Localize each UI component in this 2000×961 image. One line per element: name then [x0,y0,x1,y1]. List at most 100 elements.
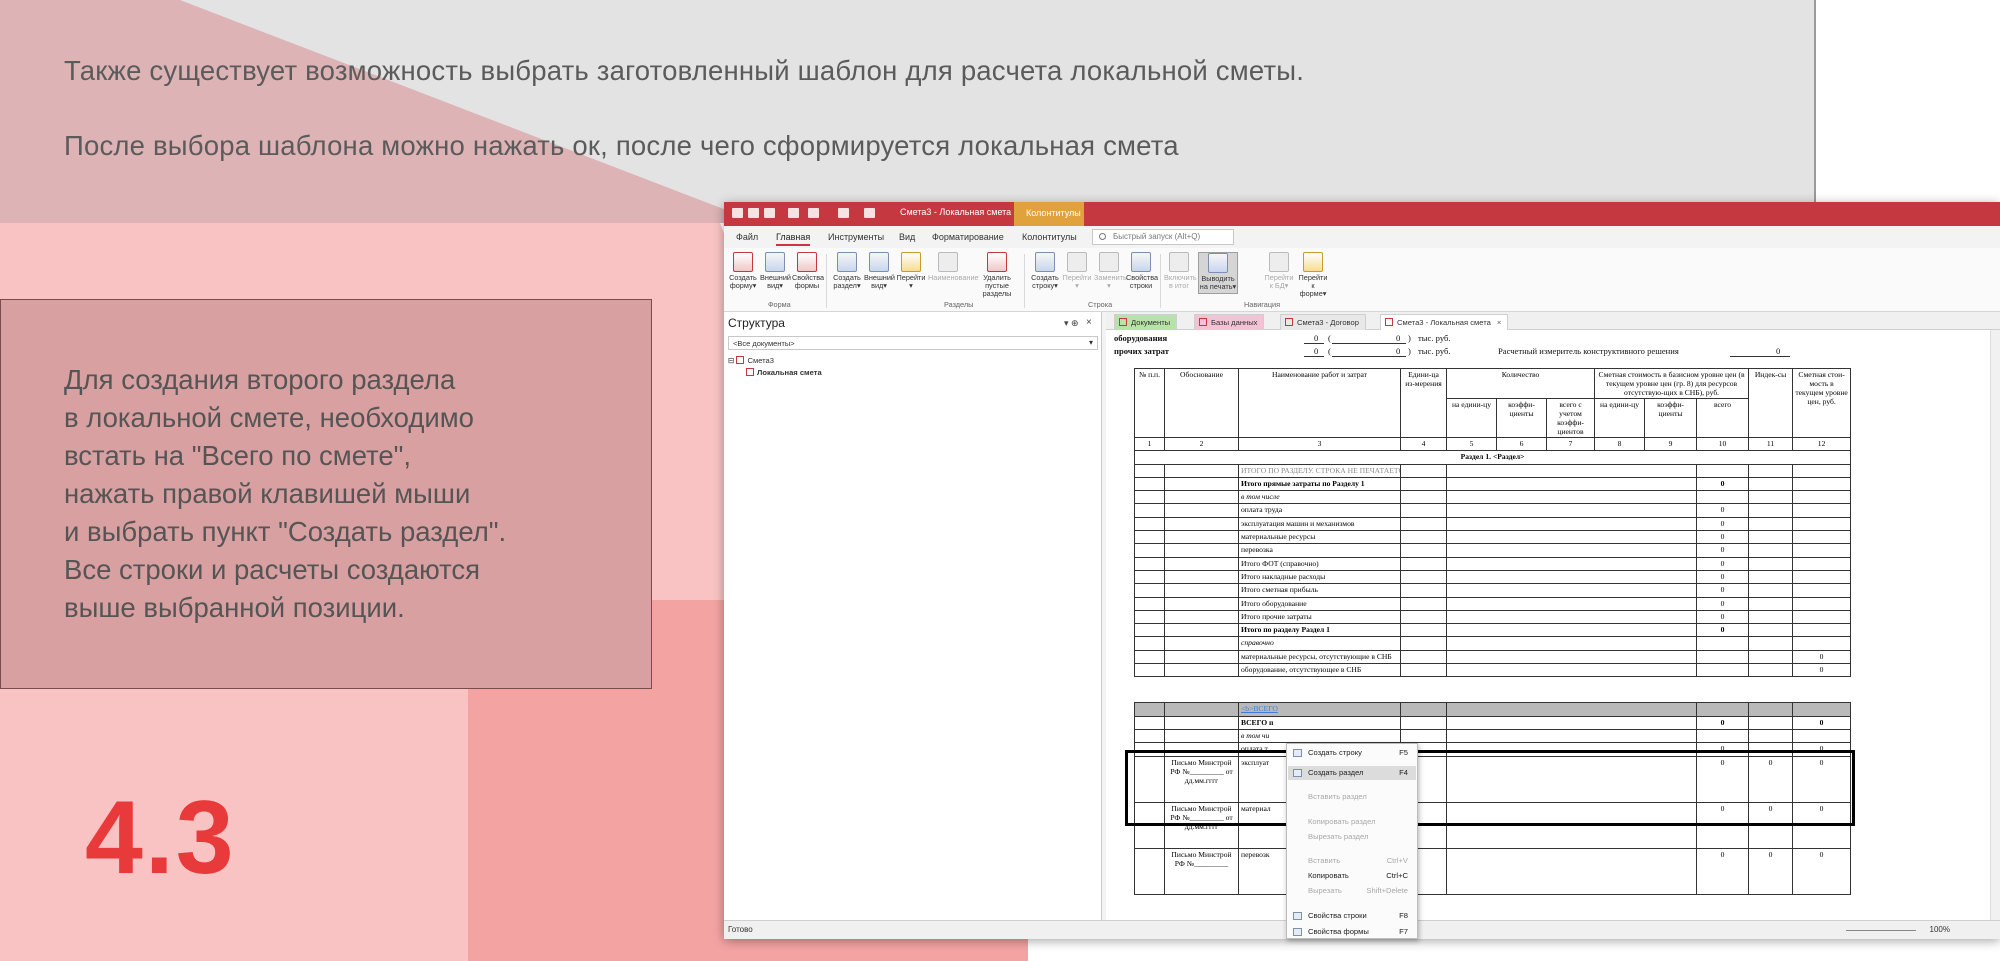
cell-current[interactable] [1792,556,1852,571]
cell-name[interactable]: справочно [1238,636,1401,651]
cell-num[interactable] [1134,728,1165,744]
tab-local-estimate[interactable]: Смета3 - Локальная смета × [1380,314,1509,330]
cell-num[interactable] [1134,663,1165,678]
cell-quantity[interactable] [1445,636,1698,651]
cell-name[interactable]: эксплуатация машин и механизмов [1238,516,1401,532]
cell-current[interactable] [1792,503,1852,518]
print-output-button[interactable]: Выводить на печать▾ [1198,252,1238,294]
cell-num[interactable] [1134,609,1165,625]
document-filter-select[interactable]: <Все документы> ▾ [728,336,1098,350]
cell-current[interactable] [1792,516,1852,532]
cell-basis[interactable] [1164,702,1239,717]
cell-num[interactable] [1134,715,1165,730]
cell-basis[interactable] [1164,503,1239,518]
context-menu-item[interactable]: Свойства формы F7 [1288,925,1416,939]
table-row[interactable]: <b>ВСЕГО [1134,702,1852,717]
cell-total[interactable]: 0 [1696,556,1750,571]
cell-name[interactable]: Итого оборудование [1238,596,1401,611]
cell-index[interactable]: 0 [1748,755,1794,803]
cell-quantity[interactable] [1445,715,1698,730]
cell-total[interactable] [1696,702,1750,717]
cell-index[interactable] [1748,476,1794,492]
zoom-slider[interactable] [1846,930,1916,931]
cell-current[interactable] [1792,596,1852,611]
cell-current[interactable]: 0 [1792,742,1852,757]
cell-index[interactable] [1748,543,1794,558]
close-icon[interactable]: × [1497,318,1501,327]
cell-current[interactable] [1792,476,1852,492]
cell-basis[interactable] [1164,490,1239,505]
goto-db-button[interactable]: Перейти к БД▾ [1264,252,1294,290]
cell-total[interactable] [1696,663,1750,678]
redo-icon[interactable] [838,208,849,218]
cell-index[interactable] [1748,503,1794,518]
cell-num[interactable] [1134,530,1165,545]
cell-total[interactable]: 0 [1696,715,1750,730]
tree-item-local-estimate[interactable]: Локальная смета [746,368,822,377]
table-row[interactable]: Письмо Минстрой РФ №_________ от дд.мм.г… [1134,801,1852,849]
section-name-button[interactable]: Наименование [928,252,979,282]
cell-index[interactable] [1748,742,1794,757]
cell-total[interactable]: 0 [1696,516,1750,532]
cell-basis[interactable] [1164,543,1239,558]
cell-unit[interactable] [1400,543,1447,558]
cell-unit[interactable] [1400,569,1447,585]
cell-unit[interactable] [1400,463,1447,478]
cell-basis[interactable] [1164,742,1239,757]
cell-num[interactable] [1134,702,1165,717]
cell-basis[interactable] [1164,649,1239,665]
cell-index[interactable] [1748,715,1794,730]
context-menu-item[interactable]: Свойства строки F8 [1288,909,1416,923]
context-menu-item[interactable]: Вырезать Shift+Delete [1288,884,1416,898]
cell-basis[interactable] [1164,569,1239,585]
cell-num[interactable] [1134,476,1165,492]
cell-num[interactable] [1134,847,1165,895]
table-row[interactable]: ИТОГО ПО РАЗДЕЛУ. СТРОКА НЕ ПЕЧАТАЕТСЯ. [1134,463,1852,478]
column-number[interactable]: 12 [1792,436,1852,452]
cell-num[interactable] [1134,623,1165,638]
cell-unit[interactable] [1400,530,1447,545]
cell-basis[interactable] [1164,516,1239,532]
cell-unit[interactable] [1400,609,1447,625]
cell-quantity[interactable] [1445,569,1698,585]
cell-total[interactable] [1696,636,1750,651]
cell-quantity[interactable] [1445,543,1698,558]
cell-name[interactable]: оплата труда [1238,503,1401,518]
replace-button[interactable]: Заменить ▾ [1094,252,1127,290]
cell-total[interactable] [1696,490,1750,505]
cell-index[interactable] [1748,516,1794,532]
cell-unit[interactable] [1400,636,1447,651]
cell-index[interactable] [1748,556,1794,571]
cell-index[interactable] [1748,596,1794,611]
cell-name[interactable]: Итого прочие затраты [1238,609,1401,625]
cell-basis[interactable] [1164,623,1239,638]
delete-empty-sections-button[interactable]: Удалить пустые разделы [976,252,1018,298]
cell-quantity[interactable] [1445,649,1698,665]
cell-current[interactable]: 0 [1792,649,1852,665]
column-number[interactable]: 5 [1446,436,1497,452]
cell-total[interactable] [1696,728,1750,744]
cell-num[interactable] [1134,636,1165,651]
cell-name[interactable]: материальные ресурсы, отсутствующие в СН… [1238,649,1401,665]
cell-basis[interactable] [1164,663,1239,678]
cell-quantity[interactable] [1445,609,1698,625]
context-menu-item[interactable]: Копировать раздел [1288,815,1416,829]
context-menu-item[interactable]: Вставить Ctrl+V [1288,854,1416,868]
cell-basis[interactable] [1164,556,1239,571]
cell-current[interactable]: 0 [1792,715,1852,730]
section-title-row[interactable]: Раздел 1. <Раздел> [1133,450,1852,465]
cell-basis[interactable] [1164,728,1239,744]
cell-name[interactable]: в том чи [1238,728,1401,744]
quick-launch-search[interactable]: Быстрый запуск (Alt+Q) [1092,229,1234,245]
cell-current[interactable] [1792,623,1852,638]
table-row[interactable]: материальные ресурсы 0 [1134,530,1852,545]
row-properties-button[interactable]: Свойства строки [1126,252,1158,290]
column-number[interactable]: 11 [1748,436,1794,452]
cell-unit[interactable] [1400,556,1447,571]
cell-quantity[interactable] [1445,847,1698,895]
cell-unit[interactable] [1400,583,1447,598]
cell-quantity[interactable] [1445,503,1698,518]
cell-name[interactable]: Итого ФОТ (справочно) [1238,556,1401,571]
table-row[interactable]: перевозка 0 [1134,543,1852,558]
cell-current[interactable]: 0 [1792,801,1852,849]
